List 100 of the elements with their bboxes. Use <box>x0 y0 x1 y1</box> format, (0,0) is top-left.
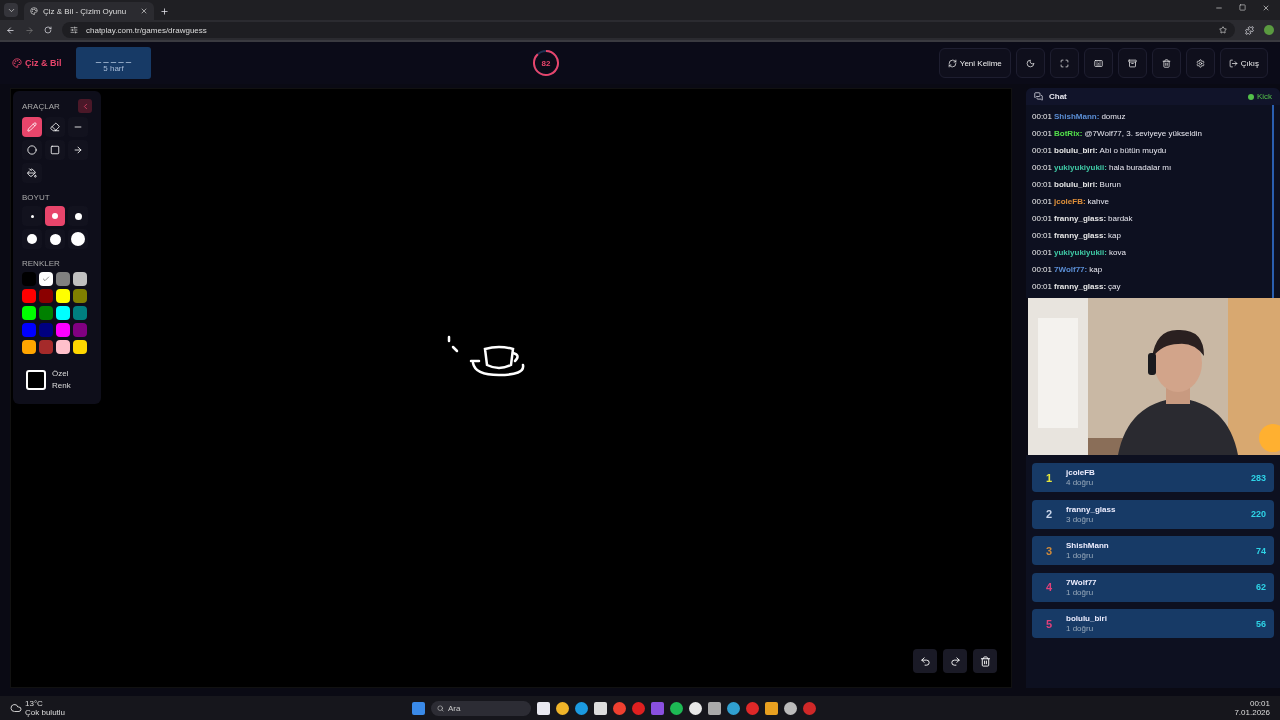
taskbar-app-icon[interactable] <box>575 701 588 715</box>
square-tool-button[interactable] <box>45 140 65 160</box>
color-swatch[interactable] <box>39 340 53 354</box>
player-name: 7Wolf77 <box>1066 577 1098 587</box>
cloud-icon[interactable] <box>10 702 22 714</box>
taskbar-app-icon[interactable] <box>727 701 740 715</box>
tab-list-button[interactable] <box>4 3 18 17</box>
message-time: 00:01 <box>1032 231 1053 240</box>
player-name: franny_glass <box>1066 504 1117 514</box>
message-time: 00:01 <box>1032 214 1053 223</box>
chat-title: Chat <box>1049 92 1067 101</box>
color-swatch[interactable] <box>73 272 87 286</box>
brush-size-button[interactable] <box>45 206 65 226</box>
minimize-icon[interactable] <box>1215 4 1223 12</box>
settings-button[interactable] <box>1185 48 1215 78</box>
logout-button[interactable]: Çıkış <box>1219 48 1268 78</box>
pencil-icon <box>27 122 37 132</box>
platform-status: Kick <box>1256 92 1272 101</box>
paint-bucket-icon <box>27 168 37 178</box>
keyboard-button[interactable] <box>1083 48 1113 78</box>
settings-icon <box>1195 58 1205 68</box>
color-swatch[interactable] <box>56 323 70 337</box>
redo-button[interactable] <box>943 649 967 673</box>
brush-size-button[interactable] <box>45 229 65 249</box>
message-time: 00:01 <box>1032 248 1053 257</box>
arrow-tool-button[interactable] <box>68 140 88 160</box>
color-swatch[interactable] <box>73 306 87 320</box>
word-mask: _ _ _ _ _ <box>96 53 131 63</box>
clear-canvas-button[interactable] <box>973 649 997 673</box>
color-swatch[interactable] <box>39 306 53 320</box>
player-score: 74 <box>1256 545 1266 556</box>
logout-icon <box>1228 58 1238 68</box>
pencil-tool-button[interactable] <box>22 117 42 137</box>
taskbar-app-icon[interactable] <box>670 701 683 715</box>
taskbar-app-icon[interactable] <box>765 701 778 715</box>
eraser-tool-button[interactable] <box>45 117 65 137</box>
fill-tool-button[interactable] <box>22 163 42 183</box>
reload-icon[interactable] <box>44 26 52 34</box>
color-swatch[interactable] <box>56 340 70 354</box>
taskbar-app-icon[interactable] <box>689 701 702 715</box>
new-tab-icon[interactable] <box>160 7 169 16</box>
trash-icon <box>1161 58 1171 68</box>
color-swatch[interactable] <box>22 323 36 337</box>
undo-button[interactable] <box>913 649 937 673</box>
dark-mode-button[interactable] <box>1015 48 1045 78</box>
taskbar-app-icon[interactable] <box>594 701 607 715</box>
weather-condition: Çok bulutlu <box>25 708 66 717</box>
color-swatch[interactable] <box>22 306 36 320</box>
color-swatch[interactable] <box>56 272 70 286</box>
start-icon[interactable] <box>412 701 425 715</box>
message-time: 00:01 <box>1032 180 1053 189</box>
drawing-canvas[interactable]: ARAÇLAR BOYUT RENKLER Özel Renk <box>10 88 1012 688</box>
chat-username: franny_glass: <box>1054 231 1107 240</box>
message-text: kova <box>1108 248 1126 257</box>
redo-icon <box>949 655 961 667</box>
custom-color-button[interactable] <box>26 370 46 390</box>
taskbar-app-icon[interactable] <box>784 701 797 715</box>
dot-icon <box>27 234 37 244</box>
color-swatch[interactable] <box>73 340 87 354</box>
restore-icon[interactable] <box>1239 4 1246 11</box>
correct-count: 4 doğru <box>1066 478 1095 487</box>
brush-size-button[interactable] <box>68 229 88 249</box>
color-swatch[interactable] <box>56 289 70 303</box>
circle-tool-button[interactable] <box>22 140 42 160</box>
color-swatch[interactable] <box>39 289 53 303</box>
color-swatch[interactable] <box>22 289 36 303</box>
bookmark-star-icon[interactable] <box>1219 26 1227 34</box>
extensions-icon[interactable] <box>1245 25 1254 35</box>
close-icon[interactable] <box>140 7 148 15</box>
color-swatch[interactable] <box>56 306 70 320</box>
archive-button[interactable] <box>1117 48 1147 78</box>
taskbar-search[interactable]: Ara <box>431 700 531 716</box>
close-icon[interactable] <box>1262 4 1270 12</box>
color-swatch[interactable] <box>39 323 53 337</box>
color-swatch[interactable] <box>73 323 87 337</box>
clear-button[interactable] <box>1151 48 1181 78</box>
brush-size-button[interactable] <box>68 206 88 226</box>
favicon-icon <box>30 7 38 15</box>
collapse-button[interactable] <box>78 99 92 113</box>
browser-tab[interactable]: Çiz & Bil - Çizim Oyunu <box>24 2 154 20</box>
color-swatch[interactable] <box>73 289 87 303</box>
dot-icon <box>30 214 34 218</box>
taskbar-app-icon[interactable] <box>556 701 569 715</box>
new-word-button[interactable]: Yeni Kelime <box>938 48 1011 78</box>
chat-username: BotRix: <box>1054 129 1083 138</box>
brush-size-button[interactable] <box>22 229 42 249</box>
color-swatch[interactable] <box>39 272 53 286</box>
taskbar-app-icon[interactable] <box>537 701 550 715</box>
correct-count: 1 doğru <box>1066 551 1095 561</box>
message-text: @7Wolf77, 3. seviyeye yükseldin <box>1084 129 1202 138</box>
section-title: BOYUT <box>22 193 51 202</box>
color-swatch[interactable] <box>22 272 36 286</box>
line-tool-button[interactable] <box>68 117 88 137</box>
back-icon[interactable] <box>6 25 15 35</box>
site-settings-icon[interactable] <box>70 26 78 34</box>
profile-avatar[interactable] <box>1264 25 1274 35</box>
color-swatch[interactable] <box>22 340 36 354</box>
address-bar[interactable]: chatplay.com.tr/games/drawguess <box>62 22 1235 38</box>
taskbar-app-icon[interactable] <box>708 701 721 715</box>
player-score: 220 <box>1250 509 1266 520</box>
